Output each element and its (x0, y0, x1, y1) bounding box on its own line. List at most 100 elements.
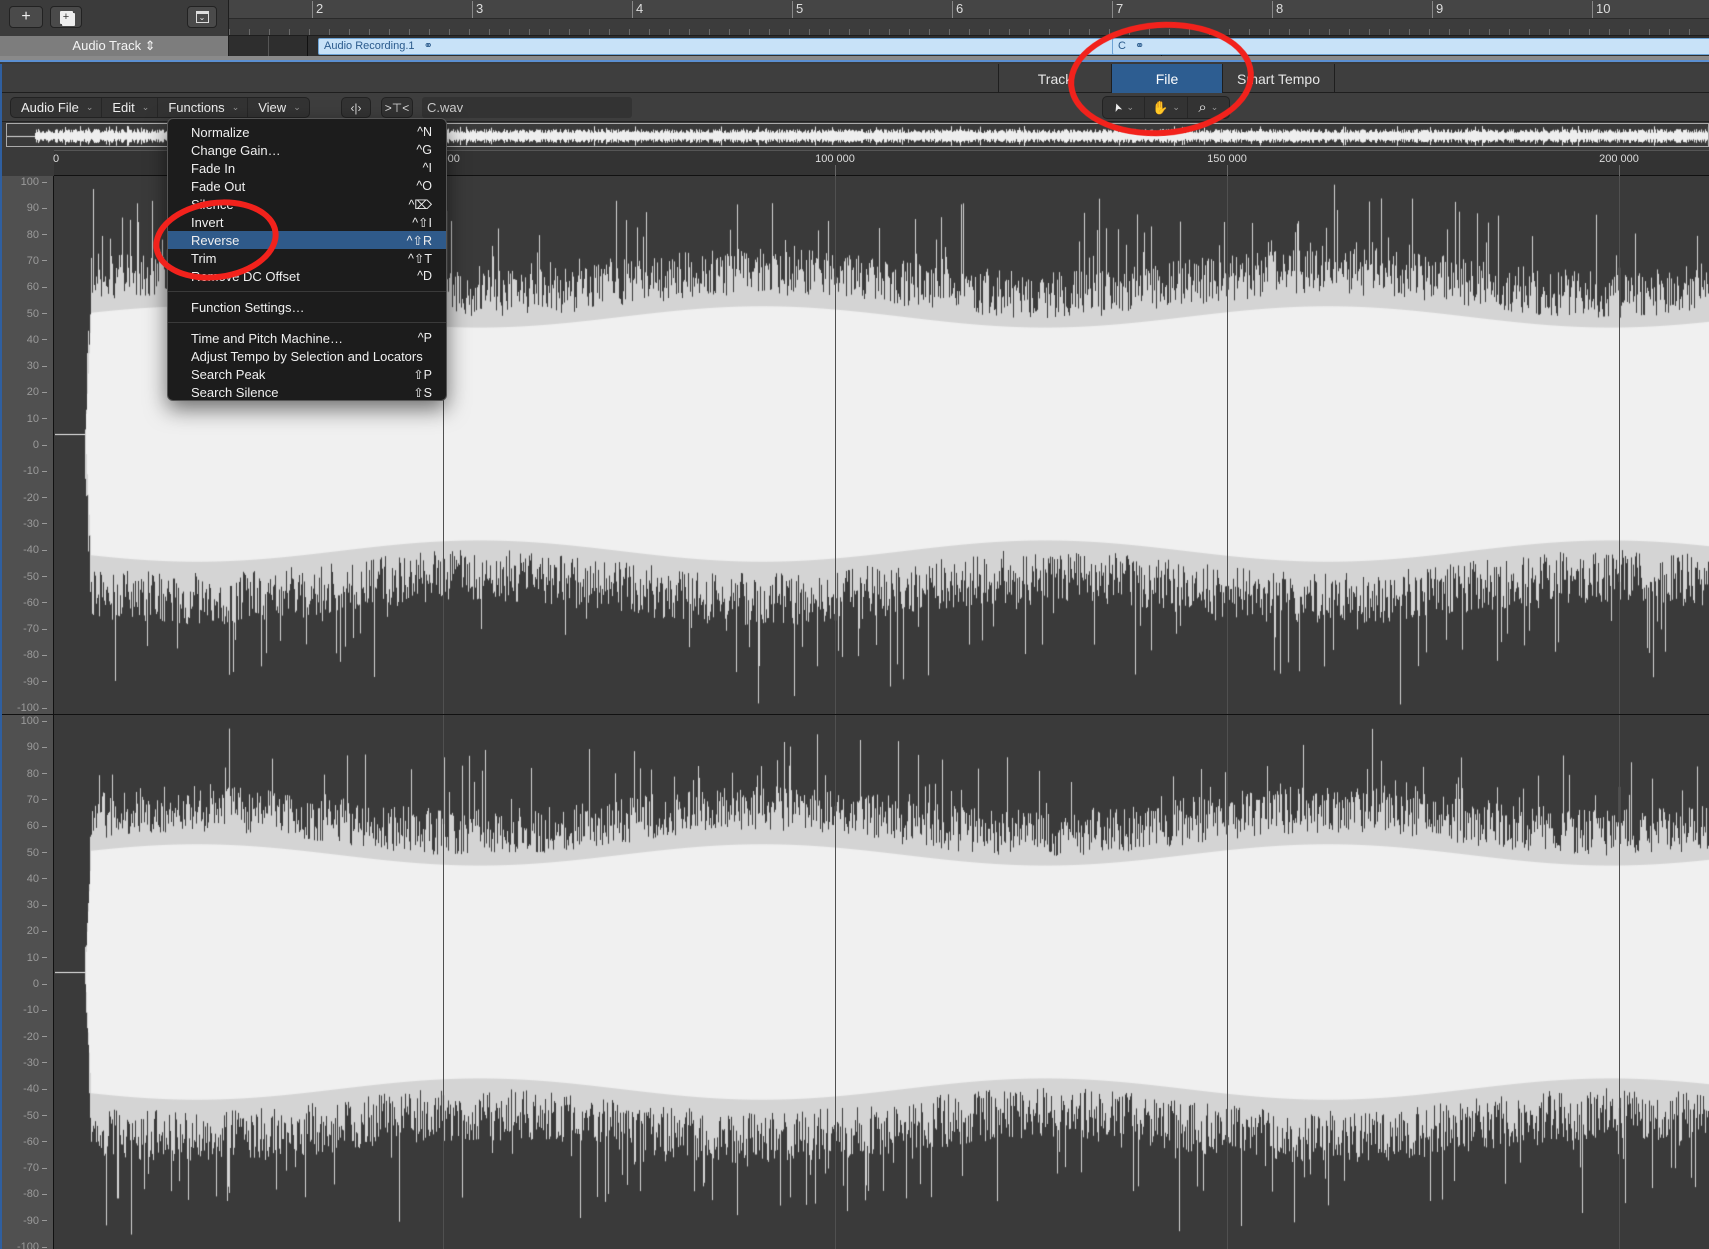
zoom-icon: ⌕ (1198, 99, 1207, 116)
tab-smart-tempo[interactable]: Smart Tempo (1222, 64, 1335, 93)
amplitude-tick-label: 40 (27, 334, 47, 346)
menu-view[interactable]: View ⌄ (248, 98, 309, 117)
menu-item-label: Function Settings… (191, 299, 305, 315)
menu-item-label: Remove DC Offset (191, 268, 300, 284)
stereo-rings-icon: ⚭ (1135, 40, 1145, 52)
menu-item-shortcut: ^⇧T (408, 251, 432, 266)
menu-item-search-peak[interactable]: Search Peak ⇧P (168, 365, 446, 383)
tracks-header-toolbar: + + ⌄ (0, 0, 229, 36)
menu-item-fade-out[interactable]: Fade Out ^O (168, 177, 446, 195)
menu-item-label: Trim (191, 250, 217, 266)
sample-ruler-label: 200 000 (1599, 153, 1639, 165)
catch-button[interactable]: ‹|› (341, 97, 371, 118)
menu-item-normalize[interactable]: Normalize ^N (168, 123, 446, 141)
grid-line (1227, 176, 1228, 714)
logic-audio-file-editor: + + ⌄ Audio Track ⇕ 2 3 4 5 6 7 8 9 10 Audio Rec… (0, 0, 1709, 1249)
menu-label: Edit (112, 100, 135, 115)
amplitude-tick-label: 10 (27, 952, 47, 964)
menu-item-shortcut: ^N (417, 125, 432, 139)
menu-item-trim[interactable]: Trim ^⇧T (168, 249, 446, 267)
link-button[interactable]: >⊤< (381, 97, 413, 118)
menu-item-remove-dc-offset[interactable]: Remove DC Offset ^D (168, 267, 446, 285)
menu-functions[interactable]: Functions ⌄ (158, 98, 249, 117)
region-label: Audio Recording.1 (324, 40, 415, 52)
amplitude-tick-label: 70 (27, 255, 47, 267)
track-name-header[interactable]: Audio Track ⇕ (0, 36, 229, 56)
menu-item-change-gain[interactable]: Change Gain… ^G (168, 141, 446, 159)
menu-item-shortcut: ^O (416, 179, 432, 193)
amplitude-tick-label: -90 (23, 1215, 47, 1227)
amplitude-tick-label: -80 (23, 1188, 47, 1200)
amplitude-tick-label: -100 (17, 702, 47, 714)
menu-item-silence[interactable]: Silence ^⌦ (168, 195, 446, 213)
menu-item-shortcut: ^⇧R (406, 233, 432, 248)
menu-item-reverse[interactable]: Reverse ^⇧R (168, 231, 446, 249)
region-lane: Audio Recording.1 ⚭ C ⚭ (229, 36, 1709, 56)
bar-number: 5 (792, 1, 803, 18)
chevron-down-icon: ⌄ (293, 102, 301, 112)
amplitude-tick-label: -40 (23, 544, 47, 556)
menu-item-adjust-tempo-by-selection-and-locators[interactable]: Adjust Tempo by Selection and Locators (168, 347, 446, 365)
amplitude-tick-label: -50 (23, 571, 47, 583)
chevron-down-icon: ⌄ (141, 102, 150, 112)
duplicate-track-button[interactable]: + (50, 6, 82, 28)
bar-number: 7 (1112, 1, 1123, 18)
pointer-tool-menu[interactable]: ➤ ⌄ (1103, 97, 1146, 118)
amplitude-tick-label: 50 (27, 847, 47, 859)
local-menus: Audio File ⌄ Edit ⌄ Functions ⌄ View ⌄ (10, 97, 310, 118)
amplitude-tick-label: 0 (33, 439, 47, 451)
menu-item-shortcut: ⇧P (413, 367, 432, 382)
menu-item-label: Adjust Tempo by Selection and Locators (191, 348, 423, 364)
sample-ruler-label: 0 (52, 153, 60, 165)
filename-field[interactable]: C.wav (422, 97, 632, 118)
amplitude-tick-label: 60 (27, 820, 47, 832)
amplitude-tick-label: 90 (27, 202, 47, 214)
amplitude-tick-label: 20 (27, 925, 47, 937)
bar-number: 6 (952, 1, 963, 18)
menu-item-label: Time and Pitch Machine… (191, 330, 343, 346)
hand-tool-menu[interactable]: ✋ ⌄ (1145, 97, 1188, 118)
amplitude-tick-label: 0 (33, 978, 47, 990)
amplitude-tick-label: -100 (17, 1241, 47, 1249)
menu-item-shortcut: ^P (417, 331, 432, 345)
menu-item-shortcut: ^⌦ (408, 197, 432, 212)
region-audio-recording-1[interactable]: Audio Recording.1 ⚭ (318, 38, 1158, 55)
amplitude-tick-label: -10 (23, 1004, 47, 1016)
bar-number: 4 (632, 1, 643, 18)
menu-item-function-settings[interactable]: Function Settings… (168, 298, 446, 316)
menu-item-shortcut: ^⇧I (412, 215, 432, 230)
menu-item-fade-in[interactable]: Fade In ^I (168, 159, 446, 177)
tab-file[interactable]: File (1111, 64, 1222, 93)
zoom-tool-menu[interactable]: ⌕ ⌄ (1188, 97, 1229, 118)
waveform-channel-right[interactable] (55, 715, 1709, 1249)
chevron-down-icon: ⌄ (1126, 102, 1135, 112)
bar-number: 9 (1432, 1, 1443, 18)
grid-line (835, 176, 836, 714)
region-c[interactable]: C ⚭ (1112, 38, 1709, 55)
tab-track[interactable]: Track (998, 64, 1111, 93)
amplitude-tick-label: 80 (27, 768, 47, 780)
amplitude-tick-label: 30 (27, 360, 47, 372)
functions-menu: Normalize ^N Change Gain… ^G Fade In ^I Fade O… (167, 118, 447, 401)
menu-audio-file[interactable]: Audio File ⌄ (11, 98, 103, 117)
menu-item-invert[interactable]: Invert ^⇧I (168, 213, 446, 231)
sample-ruler-label: 100 000 (815, 153, 855, 165)
menu-edit[interactable]: Edit ⌄ (102, 98, 159, 117)
menu-item-time-and-pitch-machine[interactable]: Time and Pitch Machine… ^P (168, 329, 446, 347)
stereo-rings-icon: ⚭ (423, 40, 433, 52)
pane-divider[interactable] (0, 56, 1709, 62)
chevron-down-icon: ⌄ (1210, 102, 1219, 112)
collapse-button[interactable]: ⌄ (187, 6, 217, 28)
region-label: C (1118, 40, 1126, 52)
pointer-icon: ➤ (1111, 100, 1126, 114)
menu-item-search-silence[interactable]: Search Silence ⇧S (168, 383, 446, 401)
amplitude-tick-label: 90 (27, 741, 47, 753)
add-track-button[interactable]: + (9, 6, 43, 28)
track-name: Audio Track ⇕ (72, 38, 156, 53)
menu-label: Audio File (21, 100, 79, 115)
menu-item-shortcut: ⇧S (413, 385, 432, 400)
grid-line (1619, 176, 1620, 714)
bar-ruler[interactable]: 2 3 4 5 6 7 8 9 10 (229, 0, 1709, 19)
amplitude-tick-label: -30 (23, 518, 47, 530)
chevron-down-icon: ⌄ (1172, 102, 1180, 112)
